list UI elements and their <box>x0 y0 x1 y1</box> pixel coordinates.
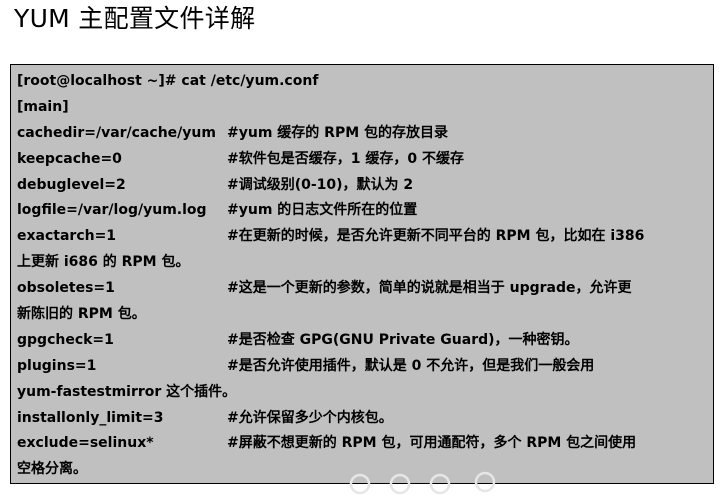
config-comment: #在更新的时候，是否允许更新不同平台的 RPM 包，比如在 i386 <box>227 228 645 245</box>
config-key: keepcache=0 <box>17 150 122 167</box>
config-line-exclude: exclude=selinux* #屏蔽不想更新的 RPM 包，可用通配符，多个… <box>17 430 709 456</box>
config-comment: #yum 缓存的 RPM 包的存放目录 <box>227 124 449 141</box>
shell-prompt-text: [root@localhost ~]# cat /etc/yum.conf <box>17 73 319 89</box>
config-line-obsoletes-continued: 新陈旧的 RPM 包。 <box>17 301 709 327</box>
shell-prompt-line: [root@localhost ~]# cat /etc/yum.conf <box>17 68 709 94</box>
config-line-debuglevel: debuglevel=2 #调试级别(0-10)，默认为 2 <box>17 172 709 198</box>
config-comment: #允许保留多少个内核包。 <box>227 409 393 426</box>
config-comment: #屏蔽不想更新的 RPM 包，可用通配符，多个 RPM 包之间使用 <box>227 435 637 452</box>
config-line-installonly-limit: installonly_limit=3 #允许保留多少个内核包。 <box>17 405 709 431</box>
config-key: exactarch=1 <box>17 228 117 245</box>
config-line-plugins: plugins=1 #是否允许使用插件，默认是 0 不允许，但是我们一般会用 <box>17 353 709 379</box>
config-key: debuglevel=2 <box>17 176 126 193</box>
config-line-plugins-continued: yum-fastestmirror 这个插件。 <box>17 379 709 405</box>
config-key: plugins=1 <box>17 357 97 374</box>
config-comment-continued: yum-fastestmirror 这个插件。 <box>17 383 237 400</box>
config-line-exactarch: exactarch=1 #在更新的时候，是否允许更新不同平台的 RPM 包，比如… <box>17 223 709 249</box>
page-title: YUM 主配置文件详解 <box>14 4 256 33</box>
config-comment: #是否允许使用插件，默认是 0 不允许，但是我们一般会用 <box>227 357 595 374</box>
config-comment: #这是一个更新的参数，简单的说就是相当于 upgrade，允许更 <box>227 280 632 297</box>
config-line-keepcache: keepcache=0 #软件包是否缓存，1 缓存，0 不缓存 <box>17 146 709 172</box>
config-comment: #调试级别(0-10)，默认为 2 <box>227 176 414 193</box>
config-comment-continued: 新陈旧的 RPM 包。 <box>17 306 146 323</box>
config-key: cachedir=/var/cache/yum <box>17 124 216 141</box>
config-line-obsoletes: obsoletes=1 #这是一个更新的参数，简单的说就是相当于 upgrade… <box>17 275 709 301</box>
config-comment-continued: 上更新 i686 的 RPM 包。 <box>17 254 190 271</box>
config-key: exclude=selinux* <box>17 435 154 452</box>
config-comment: #软件包是否缓存，1 缓存，0 不缓存 <box>227 150 464 167</box>
config-key: logfile=/var/log/yum.log <box>17 202 207 219</box>
section-header-text: [main] <box>17 98 69 115</box>
config-key: installonly_limit=3 <box>17 409 164 426</box>
config-comment: #是否检查 GPG(GNU Private Guard)，一种密钥。 <box>227 331 579 348</box>
config-comment: #yum 的日志文件所在的位置 <box>227 202 418 219</box>
config-line-gpgcheck: gpgcheck=1 #是否检查 GPG(GNU Private Guard)，… <box>17 327 709 353</box>
config-code-block: [root@localhost ~]# cat /etc/yum.conf [m… <box>10 64 714 484</box>
config-key: obsoletes=1 <box>17 280 115 297</box>
config-key: gpgcheck=1 <box>17 331 114 348</box>
config-line-logfile: logfile=/var/log/yum.log #yum 的日志文件所在的位置 <box>17 197 709 223</box>
section-header-line: [main] <box>17 94 709 120</box>
config-line-exclude-continued: 空格分离。 <box>17 456 709 482</box>
config-comment-continued: 空格分离。 <box>17 461 87 478</box>
config-line-cachedir: cachedir=/var/cache/yum #yum 缓存的 RPM 包的存… <box>17 120 709 146</box>
config-line-exactarch-continued: 上更新 i686 的 RPM 包。 <box>17 249 709 275</box>
config-lines: [root@localhost ~]# cat /etc/yum.conf [m… <box>17 68 709 482</box>
